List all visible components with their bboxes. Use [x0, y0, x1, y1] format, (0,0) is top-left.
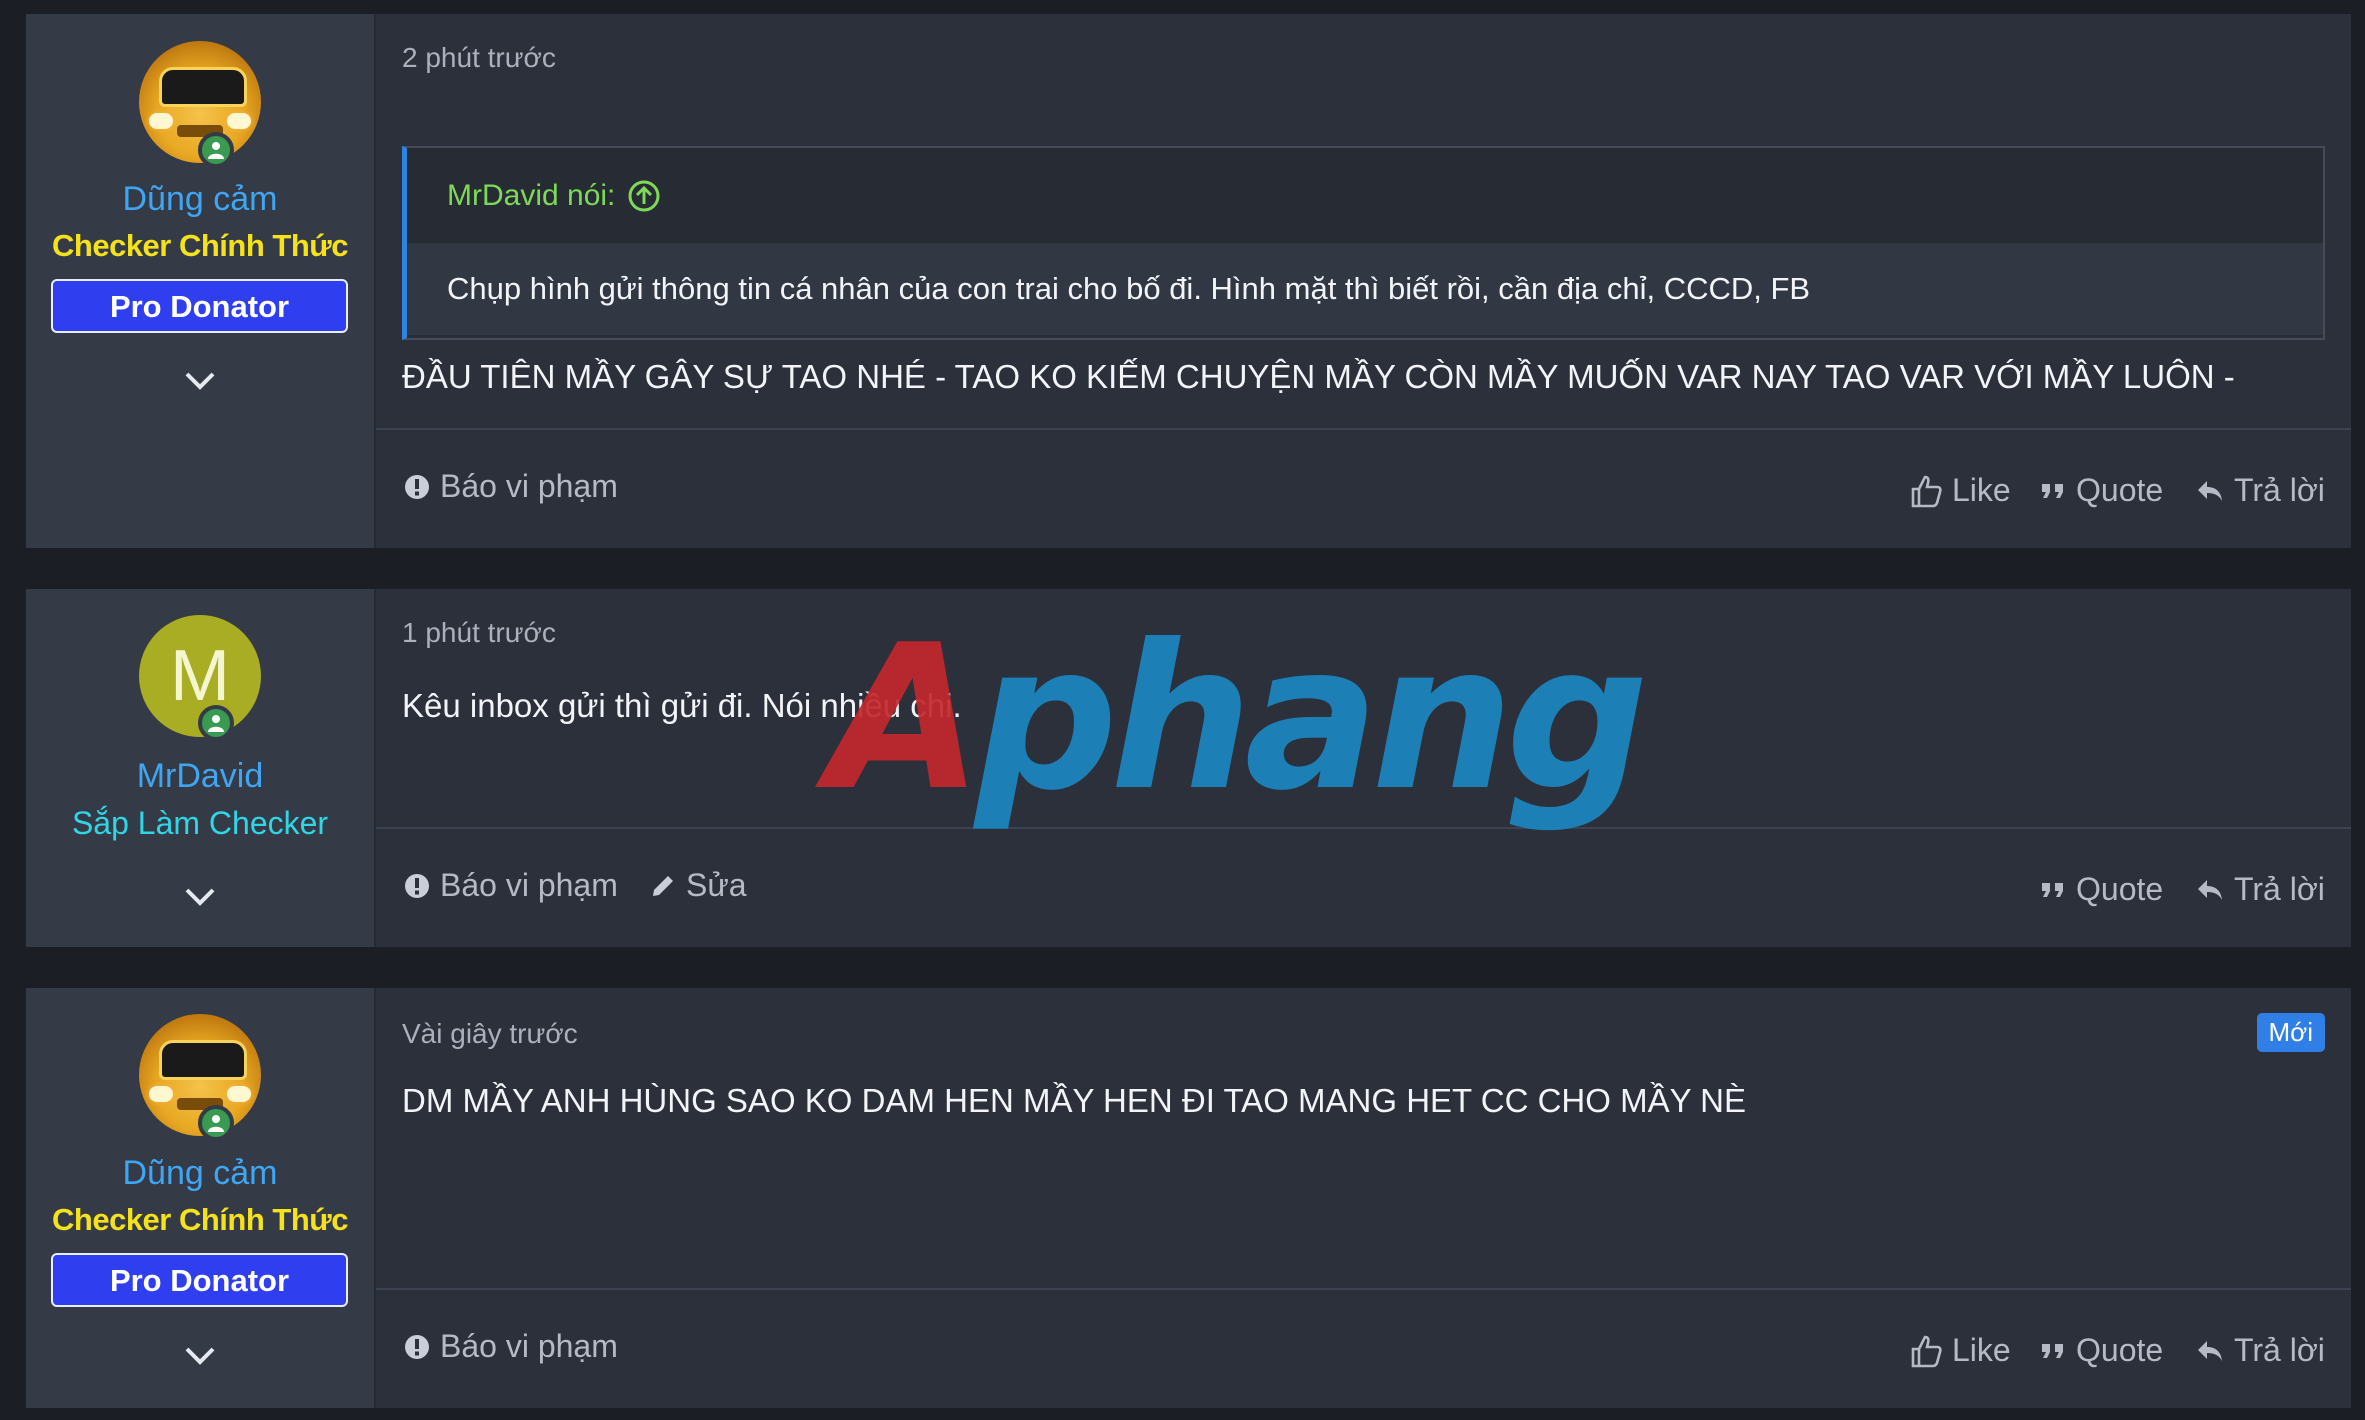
- reply-button[interactable]: Trả lời: [2196, 472, 2325, 509]
- reply-button[interactable]: Trả lời: [2196, 871, 2325, 908]
- new-badge: Mới: [2256, 1013, 2325, 1052]
- quote-text: Chụp hình gửi thông tin cá nhân của con …: [407, 243, 2323, 335]
- arrow-up-circle-icon[interactable]: [627, 179, 661, 213]
- quote-icon: [2042, 483, 2063, 498]
- alert-circle-icon: [405, 873, 429, 898]
- chevron-down-icon[interactable]: [184, 1345, 216, 1367]
- quote-icon: [2042, 1343, 2063, 1358]
- reply-icon: [2198, 879, 2222, 900]
- like-button[interactable]: Like: [1910, 1332, 2011, 1369]
- post-content: 2 phút trước MrDavid nói: Chụp hình gửi …: [376, 14, 2351, 548]
- online-status-icon: [198, 705, 234, 741]
- post-time[interactable]: Vài giây trước: [402, 1018, 578, 1050]
- user-sidebar: Dũng cảm Checker Chính Thức Pro Donator: [26, 988, 376, 1408]
- report-button[interactable]: Báo vi phạm: [404, 1328, 618, 1365]
- reply-button[interactable]: Trả lời: [2196, 1332, 2325, 1369]
- post-time[interactable]: 2 phút trước: [402, 42, 556, 74]
- reply-icon: [2198, 1340, 2222, 1361]
- user-sidebar: Dũng cảm Checker Chính Thức Pro Donator: [26, 14, 376, 548]
- online-status-icon: [198, 1105, 234, 1141]
- quote-author[interactable]: MrDavid nói:: [447, 148, 615, 243]
- quote-header[interactable]: MrDavid nói:: [407, 148, 2323, 243]
- user-sidebar: M MrDavid Sắp Làm Checker: [26, 589, 376, 947]
- quote-button[interactable]: Quote: [2040, 871, 2163, 908]
- quote-button[interactable]: Quote: [2040, 1332, 2163, 1369]
- post-2: M MrDavid Sắp Làm Checker 1 phút trước K…: [26, 589, 2351, 947]
- user-title: Sắp Làm Checker: [71, 805, 329, 841]
- pencil-icon: [653, 875, 673, 896]
- post-footer: Báo vi phạm Sửa Quote Trả lời: [376, 827, 2351, 947]
- like-button[interactable]: Like: [1910, 472, 2011, 509]
- report-button[interactable]: Báo vi phạm: [404, 468, 618, 505]
- post-content: 1 phút trước Kêu inbox gửi thì gửi đi. N…: [376, 589, 2351, 947]
- alert-circle-icon: [405, 474, 429, 499]
- report-button[interactable]: Báo vi phạm: [404, 867, 618, 904]
- pro-donator-badge: Pro Donator: [51, 279, 348, 333]
- thumbs-up-icon: [1911, 475, 1942, 507]
- quote-button[interactable]: Quote: [2040, 472, 2163, 509]
- thumbs-up-icon: [1911, 1335, 1942, 1367]
- post-footer: Báo vi phạm Like Quote Trả lời: [376, 428, 2351, 548]
- post-content: Vài giây trước Mới DM MẦY ANH HÙNG SAO K…: [376, 988, 2351, 1408]
- username[interactable]: Dũng cảm: [26, 1154, 374, 1193]
- post-body: DM MẦY ANH HÙNG SAO KO DAM HEN MẦY HEN Đ…: [402, 1082, 1747, 1119]
- post-time[interactable]: 1 phút trước: [402, 617, 556, 649]
- post-body: ĐẦU TIÊN MẦY GÂY SỰ TAO NHÉ - TAO KO KIẾ…: [402, 358, 2235, 395]
- alert-circle-icon: [405, 1334, 429, 1359]
- pro-donator-badge: Pro Donator: [51, 1253, 348, 1307]
- chevron-down-icon[interactable]: [184, 886, 216, 908]
- username[interactable]: Dũng cảm: [26, 180, 374, 219]
- reply-icon: [2198, 480, 2222, 501]
- quote-block: MrDavid nói: Chụp hình gửi thông tin cá …: [402, 146, 2325, 340]
- post-footer: Báo vi phạm Like Quote Trả lời: [376, 1288, 2351, 1408]
- chevron-down-icon[interactable]: [184, 370, 216, 392]
- post-1: Dũng cảm Checker Chính Thức Pro Donator …: [26, 14, 2351, 548]
- username[interactable]: MrDavid: [26, 757, 374, 796]
- edit-button[interactable]: Sửa: [650, 867, 747, 904]
- quote-icon: [2042, 882, 2063, 897]
- online-status-icon: [198, 132, 234, 168]
- user-title: Checker Chính Thức: [52, 228, 348, 263]
- post-body: Kêu inbox gửi thì gửi đi. Nói nhiều chi.: [402, 687, 962, 724]
- post-3: Dũng cảm Checker Chính Thức Pro Donator …: [26, 988, 2351, 1408]
- user-title: Checker Chính Thức: [52, 1202, 348, 1237]
